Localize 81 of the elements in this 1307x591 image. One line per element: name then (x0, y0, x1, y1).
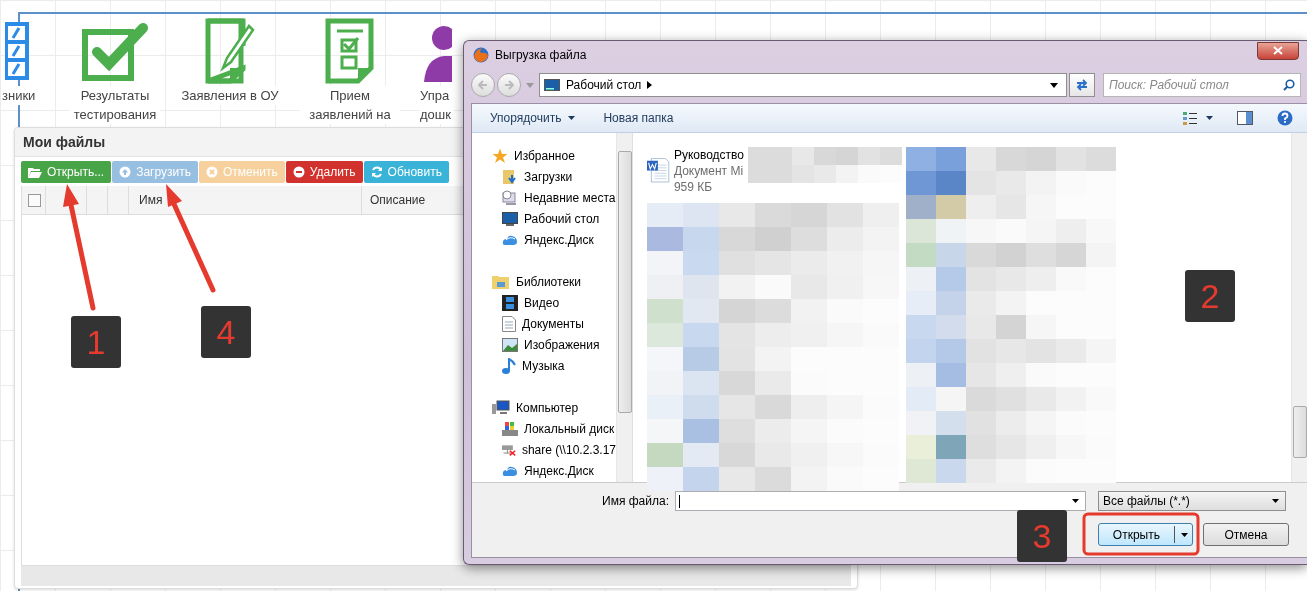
app-label[interactable]: Результаты тестирования (70, 86, 160, 124)
nav-item[interactable]: Недавние места (492, 187, 616, 208)
breadcrumb-arrow-icon (647, 81, 653, 89)
dropdown-caret-icon (1050, 82, 1058, 88)
nav-item[interactable]: Изображения (492, 334, 616, 355)
select-all-checkbox[interactable] (28, 193, 41, 207)
minus-circle-icon (292, 166, 305, 178)
dropdown-caret-icon (1181, 532, 1188, 537)
cancel-icon (205, 166, 218, 178)
forward-button[interactable] (497, 73, 521, 97)
toolbar-button[interactable]: Упорядочить (480, 111, 586, 125)
star-icon (492, 147, 508, 164)
file-size: 959 КБ (673, 179, 714, 195)
nav-item[interactable]: share (\\10.2.3.17 (492, 439, 616, 460)
address-bar[interactable]: Рабочий стол (539, 73, 1067, 97)
scrollbar[interactable] (616, 133, 632, 482)
search-field[interactable]: Поиск: Рабочий стол (1103, 73, 1301, 97)
column-header[interactable]: Имя (139, 193, 163, 207)
music-note-icon (502, 357, 516, 374)
scrollbar[interactable] (1291, 133, 1307, 482)
toolbar-button[interactable]: Новая папка (593, 111, 684, 125)
nav-item[interactable]: Компьютер (492, 397, 616, 418)
column-header[interactable]: Описание (370, 193, 426, 207)
checklist-document-icon[interactable] (325, 18, 375, 84)
nav-item[interactable]: Документы (492, 313, 616, 334)
browser-icon (473, 47, 489, 63)
upload-icon (119, 166, 132, 178)
preview-pane-icon[interactable] (1237, 111, 1253, 125)
folder-icon (28, 166, 42, 178)
recent-places-icon (502, 189, 518, 206)
dropdown-caret-icon[interactable] (1206, 116, 1213, 120)
refresh-icon (370, 166, 383, 178)
refresh-arrows-icon (1075, 79, 1089, 91)
nav-item[interactable]: Яндекс.Диск (492, 460, 616, 481)
window-title: Выгрузка файла (495, 48, 587, 62)
document-pencil-icon[interactable] (205, 18, 255, 84)
step-number-badge: 3 (1017, 510, 1067, 562)
document-icon (502, 315, 516, 332)
film-strip-icon (502, 294, 518, 311)
nav-item[interactable]: Библиотеки (492, 271, 616, 292)
nav-item[interactable]: Загрузки (492, 166, 616, 187)
app-label[interactable]: Прием заявлений на (300, 86, 400, 124)
cancel-button[interactable]: Отмена (1203, 523, 1289, 546)
help-icon[interactable] (1277, 110, 1293, 126)
close-button[interactable] (1257, 41, 1299, 60)
step-number-badge: 1 (71, 316, 121, 368)
drive-icon (502, 420, 518, 437)
computer-icon (492, 399, 510, 416)
search-icon (1283, 79, 1295, 91)
app-label[interactable]: Заявления в ОУ (181, 86, 279, 105)
step-number-badge: 2 (1185, 270, 1235, 322)
history-caret-icon[interactable] (526, 82, 534, 88)
file-type-dropdown[interactable]: Все файлы (*.*) (1097, 491, 1286, 511)
back-button[interactable] (471, 73, 495, 97)
step-number-badge: 4 (201, 306, 251, 358)
library-folder-icon (492, 274, 510, 289)
forward-arrow-icon (504, 80, 514, 90)
picture-icon (502, 337, 518, 352)
nav-item[interactable]: Локальный диск (492, 418, 616, 439)
file-name-field[interactable] (674, 491, 1086, 511)
desktop-icon (544, 79, 560, 91)
view-list-icon[interactable] (1182, 110, 1198, 126)
dropdown-caret-icon (1071, 499, 1079, 503)
refresh-button[interactable] (1069, 73, 1095, 97)
cloud-icon (502, 464, 518, 477)
app-label[interactable]: зники (2, 86, 36, 105)
nav-item[interactable]: Музыка (492, 355, 616, 376)
app-label[interactable]: Упра дошк (420, 86, 454, 124)
file-type: Документ Mi (673, 163, 744, 179)
back-arrow-icon (478, 80, 488, 90)
nav-item[interactable]: Видео (492, 292, 616, 313)
nav-item[interactable]: Рабочий стол (492, 208, 616, 229)
nav-item[interactable]: Яндекс.Диск (492, 229, 616, 250)
file-name-label: Имя файла: (602, 494, 669, 508)
open-split-button[interactable]: Открыть (1097, 523, 1193, 546)
cloud-icon (502, 233, 518, 246)
desktop-icon (502, 211, 518, 226)
dropdown-caret-icon (1271, 499, 1279, 503)
download-folder-icon (502, 168, 518, 185)
delete-button[interactable]: Удалить (285, 161, 363, 183)
close-icon (1273, 46, 1283, 55)
